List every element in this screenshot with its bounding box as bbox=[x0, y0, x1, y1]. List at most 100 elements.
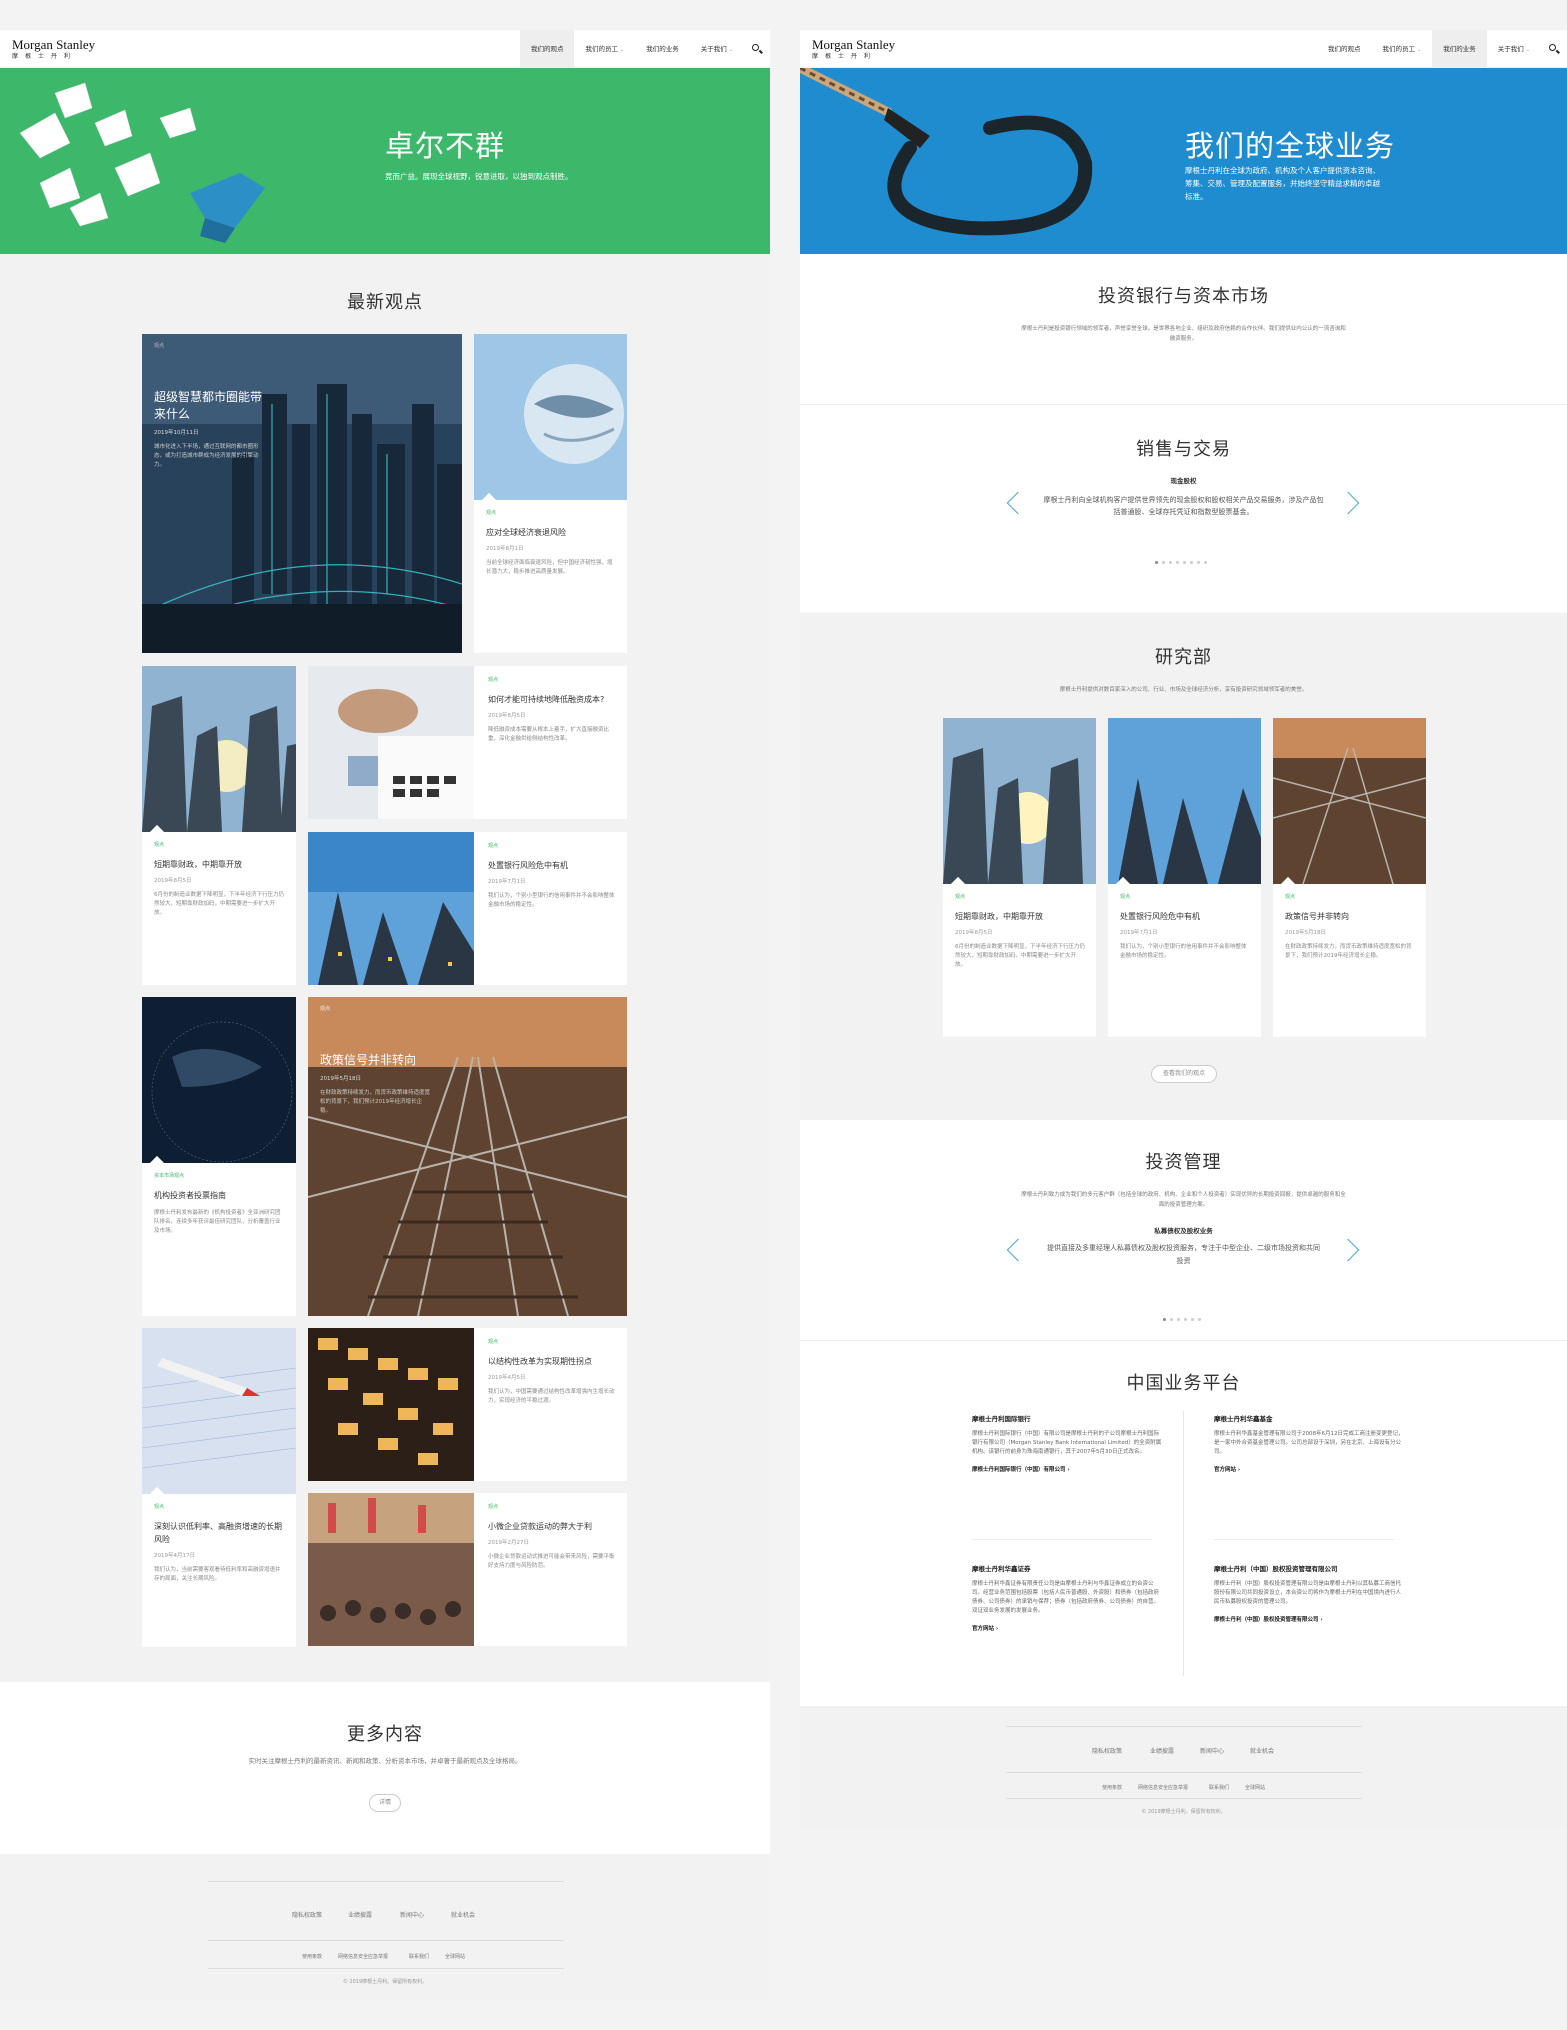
footer-link[interactable]: 网络信息安全应急举报 bbox=[338, 1953, 388, 1960]
card-body: 观点 如何才能可持续地降低融资成本? 2019年8月5日 降低融资成本需要从根本… bbox=[488, 676, 616, 744]
card-date: 2019年7月1日 bbox=[488, 879, 526, 885]
research-card[interactable]: 观点 处置银行风险危中有机 2019年7月1日 我们认为，个别小型银行的信用事件… bbox=[1108, 718, 1261, 1037]
nav-insights[interactable]: 我们的观点 bbox=[519, 30, 575, 68]
brush-stroke-illustration bbox=[800, 68, 1093, 236]
footer-link[interactable]: 使用条款 bbox=[1102, 1784, 1122, 1791]
platform-link[interactable]: 官方网站 › bbox=[1214, 1465, 1404, 1473]
card-text: 我们认为，中国需要通过结构性改革增强内生增长动力，实现经济的平稳过渡。 bbox=[488, 1389, 615, 1404]
footer-link[interactable]: 就业机会 bbox=[1250, 1746, 1274, 1755]
card-body: 观点 短期靠财政，中期靠开放 2019年8月5日 6月份的制造业数据下降明显，下… bbox=[955, 893, 1085, 970]
card-title: 小微企业贷款运动的弊大于利 bbox=[488, 1522, 592, 1531]
digital-globe-image bbox=[142, 997, 296, 1163]
globe-image bbox=[474, 334, 627, 500]
section-title: 中国业务平台 bbox=[1126, 1373, 1241, 1394]
card-title: 应对全球经济衰退风险 bbox=[486, 528, 566, 537]
footer-link[interactable]: 使用条款 bbox=[302, 1953, 322, 1960]
card-title: 超级智慧都市圈能带来什么 bbox=[154, 390, 263, 421]
section-title: 最新观点 bbox=[347, 292, 423, 313]
card-text: 在财政政策持续发力，而货币政策维持适度宽松的背景下，我们预计2019年经济增长企… bbox=[320, 1090, 431, 1114]
footer-link[interactable]: 网络信息安全应急举报 bbox=[1138, 1784, 1188, 1791]
card-text: 6月份的制造业数据下降明显，下半年经济下行压力仍然较大，短期靠财政加码，中期需要… bbox=[955, 944, 1086, 968]
slide-subtitle: 私募债权及股权业务 bbox=[1154, 1227, 1213, 1235]
carousel-prev-icon[interactable] bbox=[1006, 491, 1030, 515]
insight-card[interactable]: 观点 小微企业贷款运动的弊大于利 2019年2月27日 小微企业贷款运动式推进可… bbox=[308, 1493, 627, 1646]
footer-link[interactable]: 隐私权政策 bbox=[292, 1910, 322, 1919]
insight-card[interactable]: 资本市场观点 机构投资者投票指南 摩根士丹利发布最新的《机构投资者》全亚洲研究团… bbox=[142, 997, 296, 1316]
footer-link[interactable]: 全球网站 bbox=[445, 1953, 465, 1960]
card-text: 6月份的制造业数据下降明显，下半年经济下行压力仍然较大，短期靠财政加码，中期需要… bbox=[154, 892, 285, 916]
carousel-dots[interactable] bbox=[1163, 1318, 1201, 1321]
card-date: 2019年7月1日 bbox=[1120, 930, 1158, 936]
column-divider bbox=[1183, 1411, 1184, 1676]
nav-business[interactable]: 我们的业务 bbox=[1432, 30, 1487, 68]
slide-subtitle: 现金股权 bbox=[1170, 477, 1197, 485]
insight-card[interactable]: 观点 以结构性改革为实现期性拐点 2019年4月5日 我们认为，中国需要通过结构… bbox=[308, 1328, 627, 1481]
search-button[interactable] bbox=[1541, 30, 1567, 68]
footer-link[interactable]: 新闻中心 bbox=[1200, 1746, 1224, 1755]
platform-link[interactable]: 摩根士丹利（中国）股权投资管理有限公司 › bbox=[1214, 1615, 1404, 1623]
item-divider bbox=[972, 1539, 1152, 1540]
logo[interactable]: Morgan Stanley 摩根士丹利 bbox=[12, 38, 95, 60]
nav-people-label: 我们的员工 bbox=[1382, 45, 1415, 53]
footer-link[interactable]: 新闻中心 bbox=[400, 1910, 424, 1919]
hero-subtitle: 摩根士丹利在全球为政府、机构及个人客户提供资本咨询、筹集、交易、管理及配置服务，… bbox=[1185, 166, 1380, 201]
platform-title: 摩根士丹利（中国）股权投资管理有限公司 bbox=[1214, 1565, 1338, 1573]
footer-link[interactable]: 联系我们 bbox=[409, 1953, 429, 1960]
insight-card[interactable]: 观点 超级智慧都市圈能带来什么 2019年10月11日 城市化进入下半场，通过互… bbox=[142, 334, 462, 653]
view-insights-button[interactable]: 查看我们的观点 bbox=[1151, 1065, 1217, 1083]
carousel-next-icon[interactable] bbox=[1336, 491, 1360, 515]
section-text: 摩根士丹利致力成为我们的多元客户群（包括全球的政府、机构、企业和个人投资者）实现… bbox=[1021, 1192, 1346, 1208]
card-body: 观点 小微企业贷款运动的弊大于利 2019年2月27日 小微企业贷款运动式推进可… bbox=[488, 1503, 616, 1571]
section-title: 投资银行与资本市场 bbox=[1098, 286, 1269, 307]
nav-business[interactable]: 我们的业务 bbox=[635, 30, 690, 68]
insight-card[interactable]: 观点 深刻认识低利率、高融资增速的长期风险 2019年4月17日 我们认为，当前… bbox=[142, 1328, 296, 1647]
card-title: 处置银行风险危中有机 bbox=[488, 861, 568, 870]
platform-text: 摩根士丹利华鑫基金管理有限公司于2008年6月12日完成工商注册变更登记，是一家… bbox=[1214, 1431, 1404, 1455]
nav-people[interactable]: 我们的员工 ⌄ bbox=[574, 30, 635, 68]
footer-link[interactable]: 业绩披露 bbox=[348, 1910, 372, 1919]
platform-title: 摩根士丹利华鑫基金 bbox=[1214, 1415, 1273, 1423]
header: Morgan Stanley 摩根士丹利 我们的观点 我们的员工 ⌄ 我们的业务… bbox=[0, 30, 770, 68]
more-button[interactable]: 详情 bbox=[369, 1794, 401, 1812]
insight-card[interactable]: 观点 处置银行风险危中有机 2019年7月1日 我们认为，个别小型银行的信用事件… bbox=[308, 832, 627, 985]
hero-subtitle: 竞而广益。展现全球视野，锐意进取，以独到观点制胜。 bbox=[385, 172, 573, 181]
footer-link[interactable]: 联系我们 bbox=[1209, 1784, 1229, 1791]
footer-link[interactable]: 全球网站 bbox=[1245, 1784, 1265, 1791]
hero-title: 我们的全球业务 bbox=[1185, 129, 1396, 163]
copyright: © 2019摩根士丹利。保留所有权利。 bbox=[342, 1979, 428, 1985]
card-text: 小微企业贷款运动式推进可能会带来风险，需要平衡好支持力度与风险防范。 bbox=[488, 1554, 615, 1569]
insight-card[interactable]: 观点 短期靠财政，中期靠开放 2019年8月5日 6月份的制造业数据下降明显，下… bbox=[142, 666, 296, 985]
nav-about[interactable]: 关于我们 ⌄ bbox=[690, 30, 744, 68]
platform-title: 摩根士丹利国际银行 bbox=[972, 1415, 1031, 1423]
china-platform-section: 中国业务平台 摩根士丹利国际银行 摩根士丹利国际银行（中国）有限公司是摩根士丹利… bbox=[800, 1341, 1567, 1706]
card-title: 以结构性改革为实现期性拐点 bbox=[488, 1357, 592, 1366]
research-card[interactable]: 观点 短期靠财政，中期靠开放 2019年8月5日 6月份的制造业数据下降明显，下… bbox=[943, 718, 1096, 1037]
card-tag: 观点 bbox=[154, 1504, 165, 1510]
card-body: 观点 短期靠财政，中期靠开放 2019年8月5日 6月份的制造业数据下降明显，下… bbox=[154, 841, 284, 918]
logo-zh: 摩根士丹利 bbox=[812, 53, 878, 60]
footer: 隐私权政策 业绩披露 新闻中心 就业机会 使用条款 网络信息安全应急举报 联系我… bbox=[800, 1706, 1567, 1827]
insight-card[interactable]: 观点 如何才能可持续地降低融资成本? 2019年8月5日 降低融资成本需要从根本… bbox=[308, 666, 627, 819]
carousel-dots[interactable] bbox=[1155, 561, 1207, 564]
nav-about[interactable]: 关于我们 ⌄ bbox=[1487, 30, 1541, 68]
card-title: 如何才能可持续地降低融资成本? bbox=[488, 695, 605, 704]
platform-link[interactable]: 官方网站 › bbox=[972, 1624, 1162, 1632]
insight-card[interactable]: 观点 应对全球经济衰退风险 2019年8月1日 当前全球经济面临衰退风险，但中国… bbox=[474, 334, 627, 653]
research-card[interactable]: 观点 政策信号并非转向 2019年5月18日 在财政政策持续发力，而货币政策维持… bbox=[1273, 718, 1426, 1037]
footer-link[interactable]: 隐私权政策 bbox=[1092, 1746, 1122, 1755]
card-title: 短期靠财政，中期靠开放 bbox=[955, 912, 1043, 921]
footer-link[interactable]: 就业机会 bbox=[451, 1910, 475, 1919]
card-tag: 观点 bbox=[154, 842, 165, 848]
platform-link[interactable]: 摩根士丹利国际银行（中国）有限公司 › bbox=[972, 1465, 1162, 1473]
footer-divider bbox=[1006, 1726, 1362, 1727]
slide-text: 摩根士丹利向全球机构客户提供世界领先的现金股权和股权相关产品交易服务，涉及产品包… bbox=[1043, 496, 1324, 516]
carousel-prev-icon[interactable] bbox=[1006, 1238, 1030, 1262]
insight-card[interactable]: 观点 政策信号并非转向 2019年5月18日 在财政政策持续发力，而货币政策维持… bbox=[308, 997, 627, 1316]
footer-link[interactable]: 业绩披露 bbox=[1150, 1746, 1174, 1755]
logo[interactable]: Morgan Stanley 摩根士丹利 bbox=[812, 38, 895, 60]
nav-people[interactable]: 我们的员工 ⌄ bbox=[1371, 30, 1432, 68]
search-button[interactable] bbox=[744, 30, 770, 68]
nav-insights[interactable]: 我们的观点 bbox=[1317, 30, 1372, 68]
platform-item: 摩根士丹利国际银行 摩根士丹利国际银行（中国）有限公司是摩根士丹利的子公司摩根士… bbox=[972, 1413, 1162, 1473]
carousel-next-icon[interactable] bbox=[1336, 1238, 1360, 1262]
